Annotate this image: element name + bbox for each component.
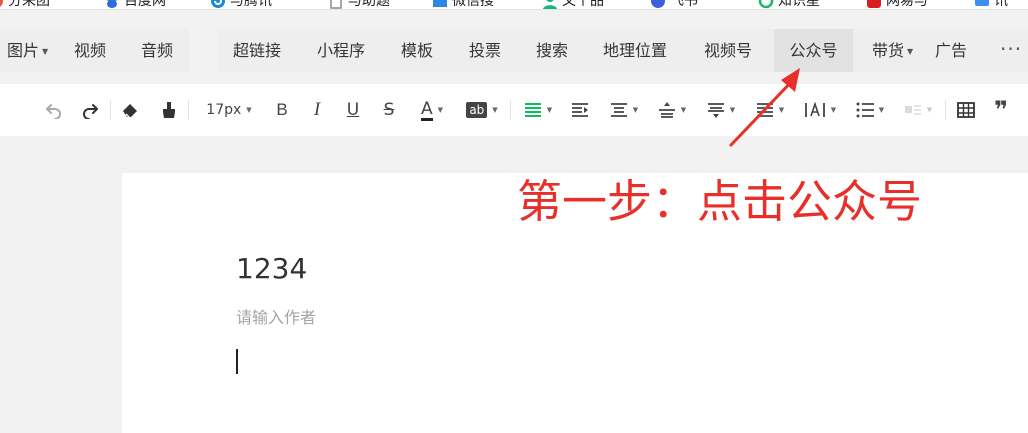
- annotation-label: 第一步：点击公众号: [517, 175, 923, 228]
- wechat-editor-screen: 分采团 百度网 与腾讯 与助题 微信搜 又个品 飞书 知识星 网易与 讯 图片 …: [0, 0, 1028, 433]
